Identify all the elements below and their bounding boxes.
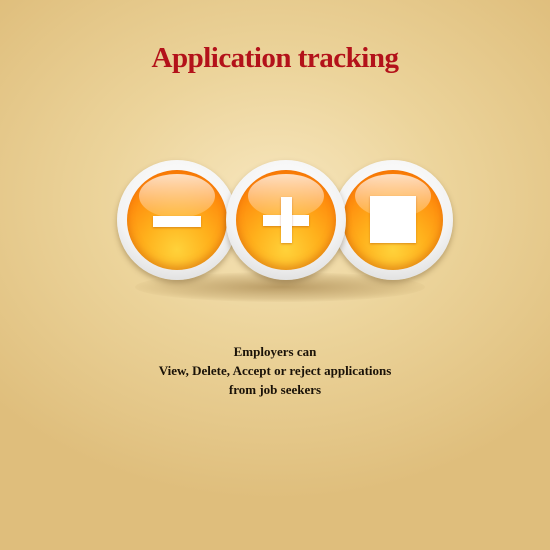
page-title: Application tracking [151, 42, 400, 74]
plus-orb-core [236, 170, 336, 270]
description-line-2: View, Delete, Accept or reject applicati… [158, 363, 392, 378]
icon-group [0, 160, 550, 320]
description: Employers can View, Delete, Accept or re… [0, 342, 550, 399]
description-line-3: from job seekers [228, 382, 322, 397]
minus-button[interactable] [117, 160, 237, 280]
stop-button[interactable] [333, 160, 453, 280]
gloss-highlight [139, 174, 215, 218]
minus-orb-core [127, 170, 227, 270]
description-line-1: Employers can [233, 344, 317, 359]
stop-orb-core [343, 170, 443, 270]
plus-button[interactable] [226, 160, 346, 280]
stop-icon [370, 196, 416, 243]
plus-icon-vertical [280, 197, 292, 243]
minus-icon [153, 216, 201, 227]
